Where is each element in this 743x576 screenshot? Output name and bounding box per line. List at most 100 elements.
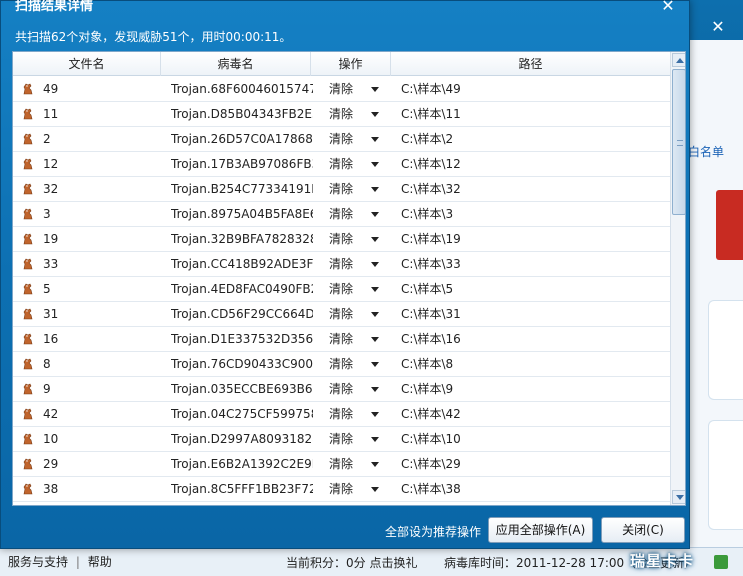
column-header-path[interactable]: 路径: [391, 52, 670, 76]
table-row[interactable]: 29 Trojan.E6B2A1392C2E9F 清除 C:\样本\29: [13, 452, 670, 477]
action-select[interactable]: 清除: [329, 402, 369, 426]
table-row[interactable]: 31 Trojan.CD56F29CC664D 清除 C:\样本\31: [13, 302, 670, 327]
action-select[interactable]: 清除: [329, 252, 369, 276]
file-path: C:\样本\38: [401, 482, 461, 496]
table-row[interactable]: 32 Trojan.B254C77334191B 清除 C:\样本\32: [13, 177, 670, 202]
action-select[interactable]: 清除: [329, 102, 369, 126]
chevron-down-icon[interactable]: [371, 362, 379, 367]
file-name: 29: [43, 457, 59, 471]
file-path: C:\样本\42: [401, 407, 461, 421]
file-name: 16: [43, 332, 59, 346]
table-row[interactable]: 19 Trojan.32B9BFA78283284 清除 C:\样本\19: [13, 227, 670, 252]
table-row[interactable]: 12 Trojan.17B3AB97086FB3 清除 C:\样本\12: [13, 152, 670, 177]
action-select[interactable]: 清除: [329, 327, 369, 351]
action-select[interactable]: 清除: [329, 227, 369, 251]
horse-icon: [23, 308, 33, 320]
file-name: 5: [43, 282, 51, 296]
scan-summary: 共扫描62个对象，发现威胁51个，用时00:00:11。: [15, 30, 292, 44]
horse-icon: [23, 483, 33, 495]
scroll-up-button[interactable]: [672, 53, 685, 67]
points-label: 当前积分：0分: [286, 556, 366, 570]
chevron-down-icon[interactable]: [371, 437, 379, 442]
status-bar: 服务与支持 | 帮助 当前积分：0分 点击换礼 病毒库时间：2011-12-28…: [0, 547, 743, 576]
exchange-gift-link[interactable]: 点击换礼: [369, 556, 417, 570]
chevron-down-icon[interactable]: [371, 212, 379, 217]
action-select[interactable]: 清除: [329, 477, 369, 501]
help-link[interactable]: 帮助: [88, 555, 112, 569]
action-select[interactable]: 清除: [329, 377, 369, 401]
action-select[interactable]: 清除: [329, 452, 369, 476]
column-header-action[interactable]: 操作: [311, 52, 391, 76]
virus-name: Trojan.D1E337532D3567: [171, 332, 313, 346]
app-card: [708, 300, 743, 400]
table-row[interactable]: 38 Trojan.8C5FFF1BB23F72 清除 C:\样本\38: [13, 477, 670, 502]
table-row[interactable]: 10 Trojan.D2997A809318284 清除 C:\样本\10: [13, 427, 670, 452]
table-row[interactable]: 49 Trojan.68F60046015747E 清除 C:\样本\49: [13, 77, 670, 102]
chevron-down-icon[interactable]: [371, 137, 379, 142]
set-all-recommended-link[interactable]: 全部设为推荐操作: [385, 523, 481, 540]
chevron-down-icon[interactable]: [371, 187, 379, 192]
chevron-down-icon[interactable]: [371, 312, 379, 317]
close-button[interactable]: 关闭(C): [601, 517, 685, 543]
chevron-down-icon[interactable]: [371, 162, 379, 167]
column-header-virus[interactable]: 病毒名: [161, 52, 311, 76]
chevron-down-icon[interactable]: [371, 237, 379, 242]
app-close-icon[interactable]: ✕: [707, 16, 729, 38]
scroll-thumb[interactable]: [672, 69, 685, 215]
file-name: 12: [43, 157, 59, 171]
table-row[interactable]: 42 Trojan.04C275CF599758 清除 C:\样本\42: [13, 402, 670, 427]
table-row[interactable]: 3 Trojan.8975A04B5FA8E6 清除 C:\样本\3: [13, 202, 670, 227]
support-link[interactable]: 服务与支持: [8, 555, 68, 569]
action-select[interactable]: 清除: [329, 127, 369, 151]
virus-name: Trojan.17B3AB97086FB3: [171, 157, 313, 171]
chevron-down-icon[interactable]: [371, 287, 379, 292]
table-row[interactable]: 8 Trojan.76CD90433C9002 清除 C:\样本\8: [13, 352, 670, 377]
action-select[interactable]: 清除: [329, 277, 369, 301]
virus-db-time: 病毒库时间：2011-12-28 17:00: [444, 556, 625, 570]
horse-icon: [23, 433, 33, 445]
file-path: C:\样本\29: [401, 457, 461, 471]
action-select[interactable]: 清除: [329, 152, 369, 176]
apply-all-button[interactable]: 应用全部操作(A): [488, 517, 593, 543]
table-row[interactable]: 33 Trojan.CC418B92ADE3FE 清除 C:\样本\33: [13, 252, 670, 277]
app-card: [708, 420, 743, 530]
whitelist-link[interactable]: 白名单: [688, 143, 724, 160]
horse-icon: [23, 383, 33, 395]
table-row[interactable]: 11 Trojan.D85B04343FB2E5 清除 C:\样本\11: [13, 102, 670, 127]
file-name: 32: [43, 182, 59, 196]
file-name: 3: [43, 207, 51, 221]
horse-icon: [23, 333, 33, 345]
chevron-down-icon[interactable]: [371, 487, 379, 492]
action-select[interactable]: 清除: [329, 427, 369, 451]
action-select[interactable]: 清除: [329, 302, 369, 326]
file-path: C:\样本\32: [401, 182, 461, 196]
file-path: C:\样本\8: [401, 357, 454, 371]
virus-name: Trojan.32B9BFA78283284: [171, 232, 313, 246]
table-row[interactable]: 2 Trojan.26D57C0A17868F 清除 C:\样本\2: [13, 127, 670, 152]
file-path: C:\样本\33: [401, 257, 461, 271]
file-path: C:\样本\9: [401, 382, 454, 396]
action-select[interactable]: 清除: [329, 177, 369, 201]
file-path: C:\样本\49: [401, 82, 461, 96]
action-select[interactable]: 清除: [329, 352, 369, 376]
table-row[interactable]: 5 Trojan.4ED8FAC0490FB2 清除 C:\样本\5: [13, 277, 670, 302]
chevron-down-icon[interactable]: [371, 387, 379, 392]
horse-icon: [23, 283, 33, 295]
chevron-down-icon[interactable]: [371, 412, 379, 417]
chevron-down-icon[interactable]: [371, 462, 379, 467]
action-select[interactable]: 清除: [329, 77, 369, 101]
file-name: 2: [43, 132, 51, 146]
file-path: C:\样本\19: [401, 232, 461, 246]
column-header-filename[interactable]: 文件名: [13, 52, 161, 76]
dialog-close-icon[interactable]: ✕: [659, 0, 677, 15]
table-row[interactable]: 16 Trojan.D1E337532D3567 清除 C:\样本\16: [13, 327, 670, 352]
chevron-down-icon[interactable]: [371, 337, 379, 342]
chevron-down-icon[interactable]: [371, 87, 379, 92]
table-row[interactable]: 9 Trojan.035ECCBE693B63 清除 C:\样本\9: [13, 377, 670, 402]
action-select[interactable]: 清除: [329, 202, 369, 226]
chevron-down-icon[interactable]: [371, 262, 379, 267]
scroll-down-button[interactable]: [672, 490, 685, 504]
scrollbar[interactable]: [670, 52, 685, 505]
chevron-down-icon[interactable]: [371, 112, 379, 117]
file-name: 33: [43, 257, 59, 271]
